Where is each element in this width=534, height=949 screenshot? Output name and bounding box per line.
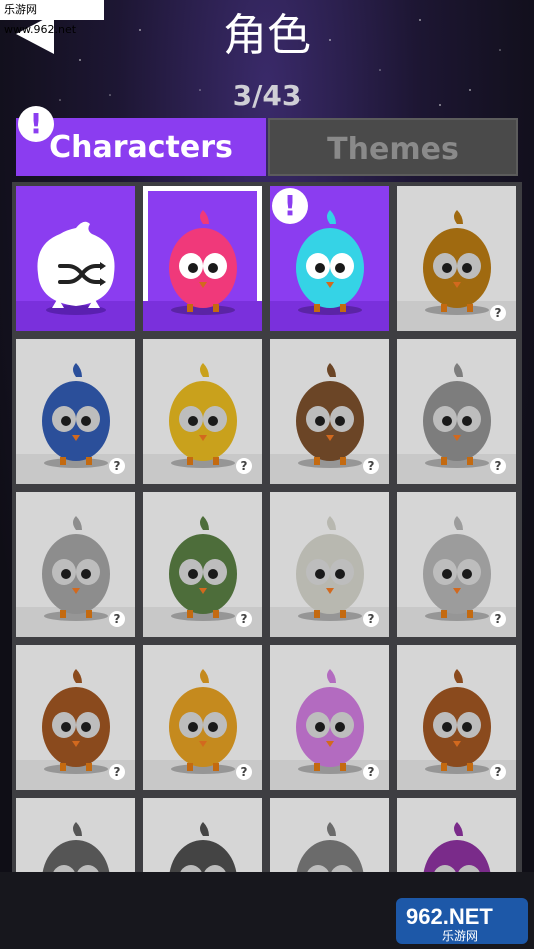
robot-character-icon: [42, 822, 110, 872]
tab-themes[interactable]: Themes: [268, 118, 518, 176]
help-icon[interactable]: ?: [490, 458, 506, 474]
help-icon[interactable]: ?: [109, 764, 125, 780]
character-card-viking-helmet[interactable]: ?: [270, 798, 389, 872]
character-card-punk[interactable]: ?: [270, 645, 389, 790]
help-icon[interactable]: ?: [363, 458, 379, 474]
character-panel[interactable]: !?????????????????: [12, 182, 522, 872]
help-icon[interactable]: ?: [109, 458, 125, 474]
watermark-logo-sub: 乐游网: [442, 929, 478, 943]
help-icon[interactable]: ?: [109, 611, 125, 627]
character-card-random[interactable]: [16, 186, 135, 331]
knight-character-icon: [169, 822, 237, 872]
character-card-mummy[interactable]: ?: [270, 492, 389, 637]
help-icon[interactable]: ?: [363, 611, 379, 627]
character-card-blue-bird[interactable]: ?: [16, 339, 135, 484]
help-icon[interactable]: ?: [490, 305, 506, 321]
character-card-lion[interactable]: ?: [143, 645, 262, 790]
character-card-viking-brown[interactable]: ?: [16, 645, 135, 790]
king-character-icon: [423, 822, 491, 872]
help-icon[interactable]: ?: [490, 611, 506, 627]
character-card-pink-bird[interactable]: [143, 186, 262, 331]
character-card-dracula[interactable]: ?: [16, 492, 135, 637]
character-card-cyan-bird[interactable]: !: [270, 186, 389, 331]
character-card-king[interactable]: ?: [397, 798, 516, 872]
viking-helmet-character-icon: [296, 822, 364, 872]
unlock-counter: 3/43: [232, 79, 302, 112]
character-card-owl[interactable]: ?: [270, 339, 389, 484]
alert-badge-characters: !: [18, 106, 54, 142]
character-card-skull[interactable]: ?: [397, 492, 516, 637]
character-card-rooster[interactable]: ?: [397, 339, 516, 484]
character-grid: !?????????????????: [16, 186, 516, 872]
help-icon[interactable]: ?: [236, 458, 252, 474]
random-character-icon: [37, 221, 115, 315]
watermark-logo: 962.NET 乐游网: [396, 898, 528, 944]
character-card-frankenstein[interactable]: ?: [143, 492, 262, 637]
watermark-logo-text: 962.NET: [406, 904, 493, 929]
help-icon[interactable]: ?: [363, 764, 379, 780]
alert-badge-cyan-bird: !: [272, 188, 308, 224]
character-card-knight[interactable]: ?: [143, 798, 262, 872]
character-card-devil[interactable]: ?: [397, 645, 516, 790]
help-icon[interactable]: ?: [236, 764, 252, 780]
watermark-top: 乐游网 www.962.net: [0, 0, 104, 36]
character-card-yellow-bird[interactable]: ?: [143, 339, 262, 484]
character-card-robot[interactable]: ?: [16, 798, 135, 872]
character-card-brown-bird[interactable]: ?: [397, 186, 516, 331]
pink-bird-character-icon: [169, 210, 237, 315]
help-icon[interactable]: ?: [490, 764, 506, 780]
help-icon[interactable]: ?: [236, 611, 252, 627]
